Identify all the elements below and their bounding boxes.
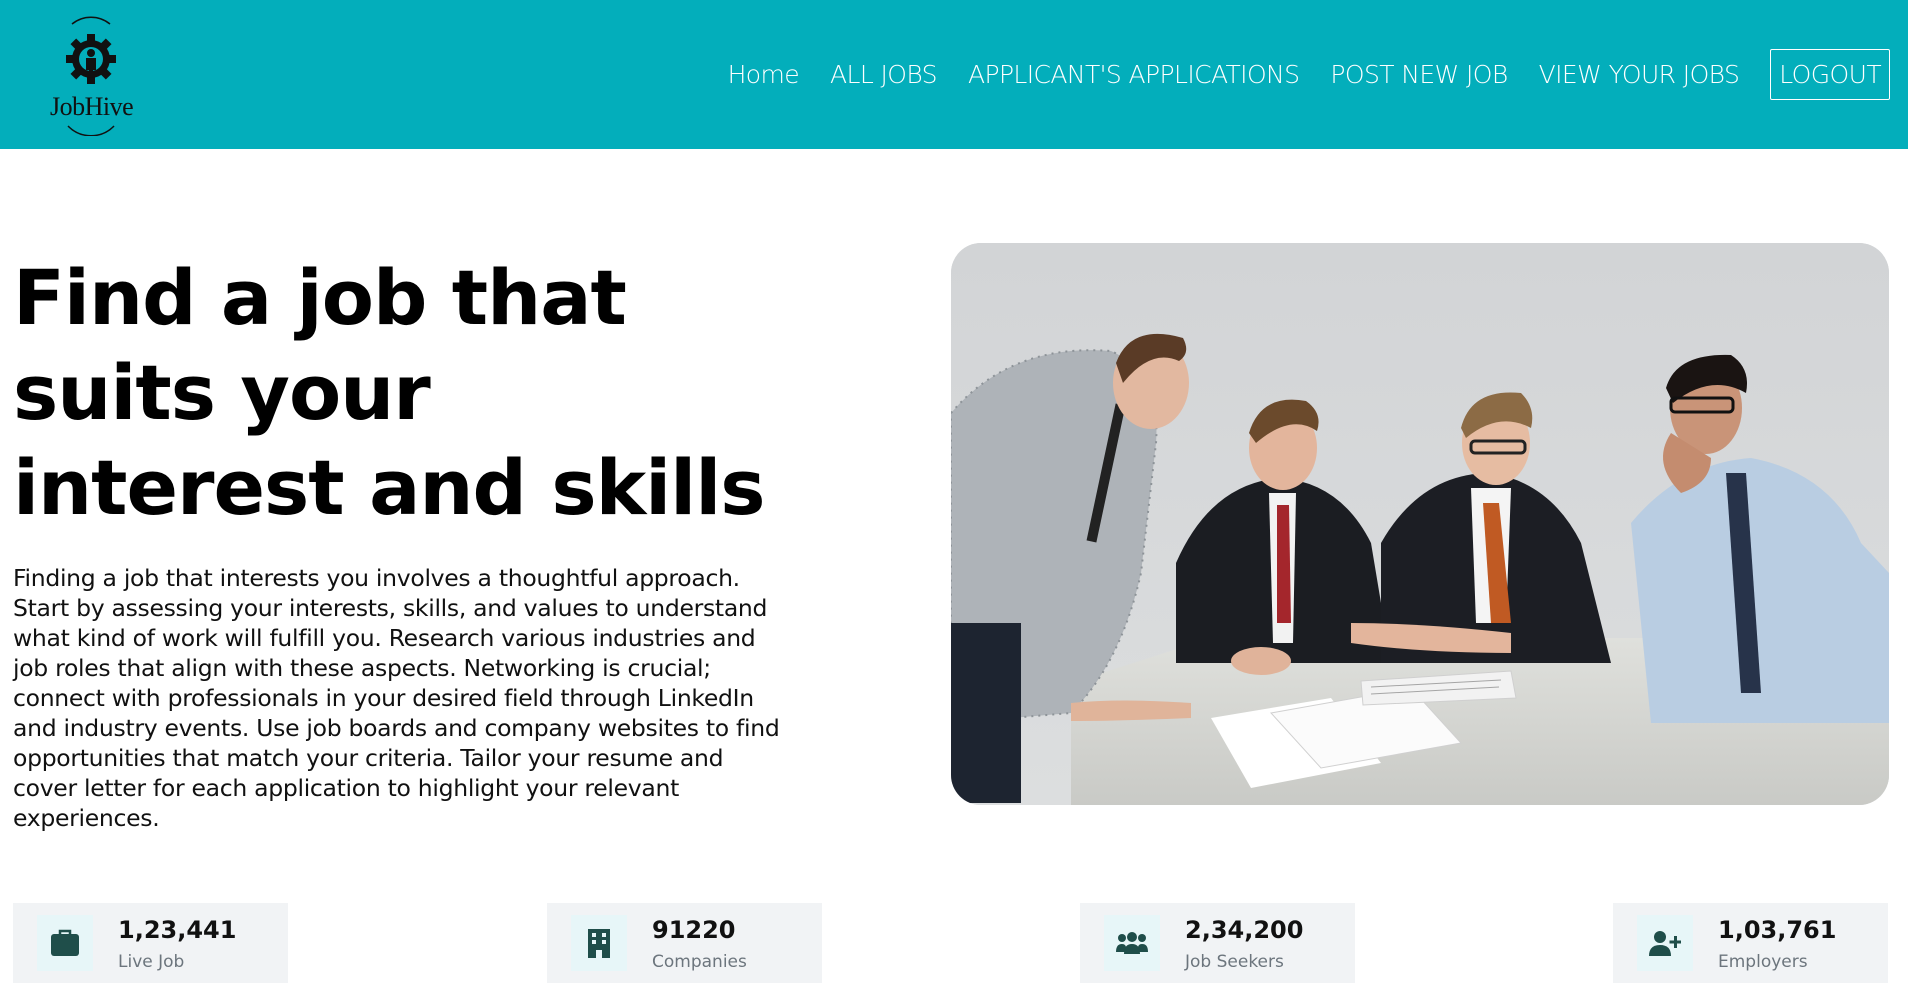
stat-value: 1,23,441 [118,916,237,944]
stat-value: 1,03,761 [1718,916,1837,944]
nav-link-applicants-applications[interactable]: APPLICANT'S APPLICATIONS [968,60,1300,89]
hero-title: Find a job that suits your interest and … [13,253,766,532]
nav-menu: Home ALL JOBS APPLICANT'S APPLICATIONS P… [697,0,1890,149]
stat-card-employers: 1,03,761 Employers [1613,903,1888,983]
logout-button[interactable]: LOGOUT [1770,49,1890,100]
team-meeting-photo-icon [951,243,1889,805]
stat-label: Live Job [118,952,185,972]
users-icon [1104,915,1160,971]
stat-card-job-seekers: 2,34,200 Job Seekers [1080,903,1355,983]
navbar: JobHive Home ALL JOBS APPLICANT'S APPLIC… [0,0,1908,149]
stat-value: 2,34,200 [1185,916,1304,944]
hero-image [951,243,1889,805]
brand-name: JobHive [50,92,134,121]
stat-card-companies: 91220 Companies [547,903,822,983]
building-icon [571,915,627,971]
brand-logo[interactable]: JobHive [50,12,134,136]
nav-link-view-your-jobs[interactable]: VIEW YOUR JOBS [1539,60,1740,89]
briefcase-icon [37,915,93,971]
user-plus-icon [1637,915,1693,971]
stat-label: Companies [652,952,747,972]
stat-label: Job Seekers [1185,952,1284,972]
nav-link-home[interactable]: Home [728,60,800,89]
nav-link-all-jobs[interactable]: ALL JOBS [830,60,938,89]
hero-description: Finding a job that interests you involve… [13,564,780,832]
stat-label: Employers [1718,952,1808,972]
nav-link-post-new-job[interactable]: POST NEW JOB [1330,60,1508,89]
stat-value: 91220 [652,916,736,944]
stat-card-live-jobs: 1,23,441 Live Job [13,903,288,983]
